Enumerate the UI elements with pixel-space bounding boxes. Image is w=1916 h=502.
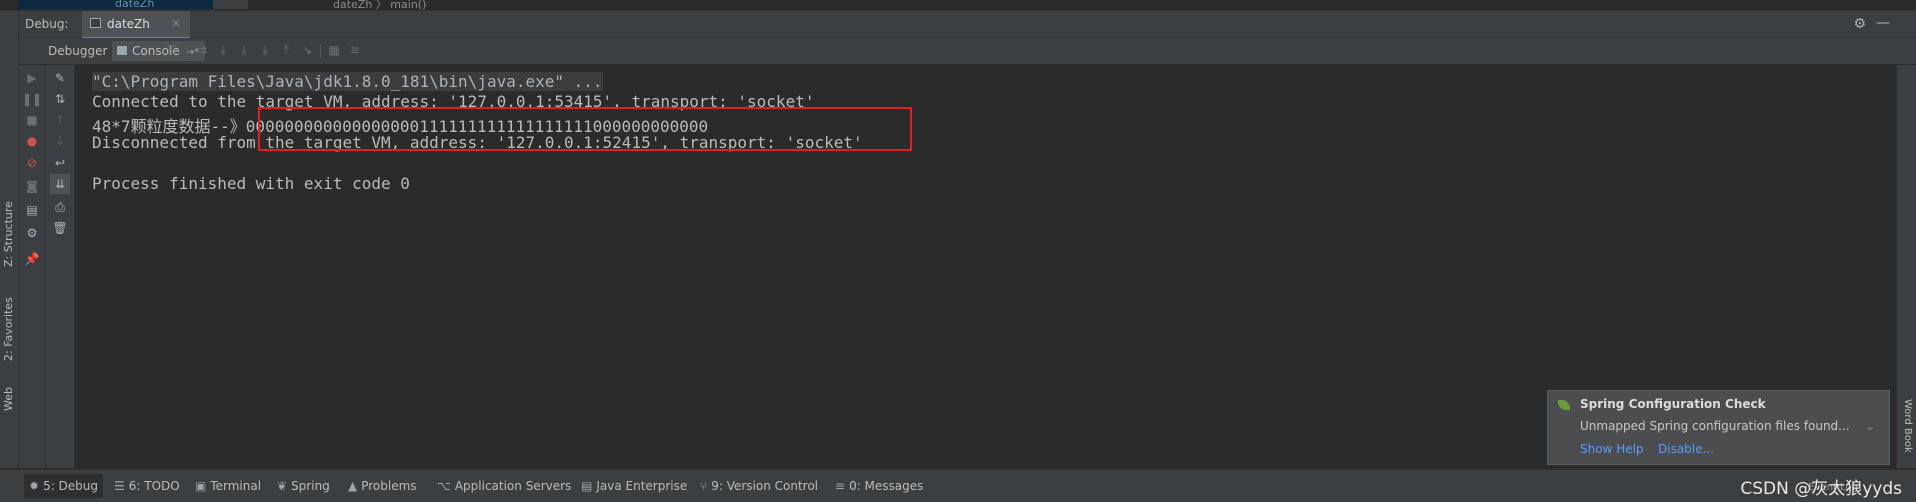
branch-icon: ⑂ bbox=[700, 479, 708, 493]
messages-icon: ≡ bbox=[835, 479, 846, 493]
minimize-icon[interactable]: — bbox=[1876, 15, 1890, 31]
bottom-tab-messages[interactable]: ≡ 0: Messages bbox=[835, 479, 923, 493]
tab-debugger[interactable]: Debugger bbox=[48, 41, 107, 61]
toolbar-separator bbox=[320, 44, 321, 58]
notification-message: Unmapped Spring configuration files foun… bbox=[1580, 419, 1850, 433]
debug-toolbar: Debugger Console →* ☰ ⇉ ⤓ ⤓ ⤓ ⤒ ↘ ▦ ≡ bbox=[18, 38, 1916, 65]
settings-icon[interactable]: ⚙ bbox=[22, 223, 42, 243]
step-into-icon[interactable]: ⤓ bbox=[236, 42, 252, 58]
clear-edit-icon[interactable]: ✎ bbox=[50, 68, 70, 88]
step-over-icon[interactable]: ⤓ bbox=[215, 42, 231, 58]
camera-icon[interactable]: ◙ bbox=[22, 176, 42, 196]
bug-icon: ✹ bbox=[29, 479, 40, 493]
run-to-cursor-icon[interactable]: ↘ bbox=[299, 42, 315, 58]
debug-tool-window-header: Debug: dateZh × ⚙ — bbox=[18, 11, 1916, 39]
evaluate-expression-icon[interactable]: ▦ bbox=[326, 42, 342, 58]
bottom-tab-terminal[interactable]: ▣ Terminal bbox=[195, 479, 261, 493]
layout-icon[interactable]: ▤ bbox=[22, 200, 42, 220]
console-icon bbox=[117, 46, 127, 55]
watermark: CSDN @灰太狼yyds bbox=[1740, 479, 1902, 499]
favorites-panel-button[interactable]: 2: Favorites bbox=[0, 281, 18, 361]
server-icon: ⌥ bbox=[437, 479, 451, 493]
bottom-tab-application-servers[interactable]: ⌥ Application Servers bbox=[437, 479, 571, 493]
view-breakpoints-icon[interactable]: ● bbox=[22, 131, 42, 151]
trace-icon[interactable]: ≡ bbox=[347, 42, 363, 58]
spring-leaf-icon: ❦ bbox=[277, 479, 288, 493]
bottom-tab-todo[interactable]: ☰ 6: TODO bbox=[114, 479, 180, 493]
warning-icon: ▲ bbox=[348, 479, 358, 493]
mute-breakpoints-icon[interactable]: ⊘ bbox=[22, 153, 42, 173]
bottom-tab-spring[interactable]: ❦ Spring bbox=[277, 479, 330, 493]
editor-tab-strip: dateZh dateZh 〉 main() bbox=[0, 0, 1916, 11]
force-step-into-icon[interactable]: ⤓ bbox=[257, 42, 273, 58]
java-ee-icon: ▤ bbox=[581, 479, 593, 493]
pin-icon[interactable]: 📌 bbox=[22, 249, 42, 269]
print-icon[interactable]: ⎙ bbox=[50, 197, 70, 217]
menu-icon[interactable]: ☰ bbox=[164, 42, 180, 58]
sort-icon[interactable]: ⇅ bbox=[50, 89, 70, 109]
disable-link[interactable]: Disable... bbox=[1658, 442, 1714, 456]
trash-icon[interactable]: 🗑 bbox=[50, 218, 70, 238]
resume-icon[interactable]: ▶ bbox=[22, 68, 42, 88]
run-config-icon bbox=[90, 18, 101, 28]
structure-panel-button[interactable]: Z: Structure bbox=[0, 187, 18, 267]
show-execution-point-icon[interactable]: ⇉ bbox=[194, 42, 210, 58]
pause-icon[interactable]: ❚❚ bbox=[22, 89, 42, 109]
debug-actions-column: ▶ ❚❚ ■ ● ⊘ ◙ ▤ ⚙ 📌 bbox=[19, 65, 46, 468]
debug-session-title: dateZh bbox=[107, 17, 150, 31]
show-help-link[interactable]: Show Help bbox=[1580, 442, 1644, 456]
left-tool-strip: Z: Structure 2: Favorites Web bbox=[0, 11, 19, 468]
console-line-command: "C:\Program Files\Java\jdk1.8.0_181\bin\… bbox=[92, 72, 603, 91]
spring-config-notification: Spring Configuration Check Unmapped Spri… bbox=[1547, 390, 1890, 465]
toolbar-separator bbox=[186, 44, 187, 58]
console-line-process-finished: Process finished with exit code 0 bbox=[92, 174, 410, 193]
bottom-tab-debug[interactable]: ✹ 5: Debug bbox=[24, 474, 104, 498]
web-panel-button[interactable]: Web bbox=[0, 371, 18, 411]
bottom-tab-version-control[interactable]: ⑂ 9: Version Control bbox=[700, 479, 818, 493]
list-icon: ☰ bbox=[114, 479, 125, 493]
gear-icon[interactable]: ⚙ bbox=[1853, 16, 1866, 32]
tab-console[interactable]: Console →* bbox=[112, 41, 206, 61]
bottom-tab-java-enterprise[interactable]: ▤ Java Enterprise bbox=[581, 479, 687, 493]
console-actions-column: ✎ ⇅ ↑ ↓ ↩ ⇊ ⎙ 🗑 bbox=[46, 65, 75, 468]
step-out-icon[interactable]: ⤒ bbox=[278, 42, 294, 58]
soft-wrap-icon[interactable]: ↩ bbox=[50, 153, 70, 173]
right-tool-strip: Word Book bbox=[1896, 65, 1916, 468]
notification-title: Spring Configuration Check bbox=[1580, 397, 1766, 411]
debug-label: Debug: bbox=[25, 17, 69, 31]
close-icon[interactable]: × bbox=[171, 16, 181, 30]
up-arrow-icon[interactable]: ↑ bbox=[50, 110, 70, 130]
chevron-down-icon[interactable]: ⌄ bbox=[1865, 419, 1875, 433]
scroll-to-end-icon[interactable]: ⇊ bbox=[50, 174, 70, 194]
bottom-tab-problems[interactable]: ▲ Problems bbox=[348, 479, 417, 493]
spring-leaf-icon bbox=[1558, 400, 1570, 410]
bottom-tool-bar: ✹ 5: Debug ☰ 6: TODO ▣ Terminal ❦ Spring ▲ Pr… bbox=[0, 469, 1916, 502]
terminal-icon: ▣ bbox=[195, 479, 207, 493]
down-arrow-icon[interactable]: ↓ bbox=[50, 131, 70, 151]
editor-tab-fragment-label: dateZh bbox=[115, 0, 155, 10]
annotation-highlight-box bbox=[258, 107, 912, 151]
stop-icon[interactable]: ■ bbox=[22, 110, 42, 130]
debug-session-tab[interactable]: dateZh × bbox=[82, 11, 190, 39]
